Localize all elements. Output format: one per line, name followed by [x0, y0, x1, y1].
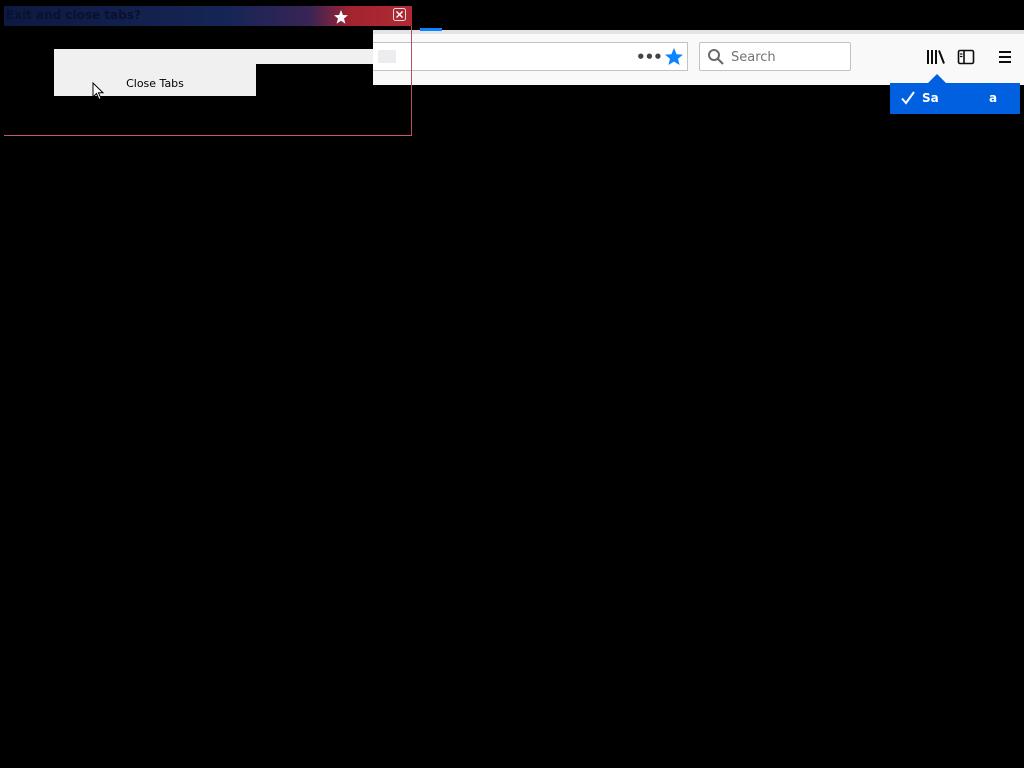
dialog-title: Exit and close tabs? — [6, 8, 141, 22]
search-placeholder: Search — [731, 50, 776, 65]
popup-arrow — [928, 74, 946, 83]
sidebar-icon[interactable] — [956, 47, 976, 67]
bookmark-saved-text: Sa — [922, 91, 939, 105]
checkmark-icon — [899, 89, 917, 107]
more-icon[interactable]: ••• — [636, 48, 663, 66]
close-icon[interactable] — [393, 8, 406, 21]
bookmark-saved-text-fragment: a — [989, 91, 998, 105]
dialog-content-area — [54, 49, 373, 64]
dialog-star-icon — [333, 9, 349, 25]
search-icon — [707, 48, 725, 66]
library-icon[interactable] — [924, 47, 946, 67]
selected-tab-indicator — [420, 28, 442, 31]
star-icon[interactable] — [664, 45, 684, 69]
hamburger-menu-icon[interactable] — [995, 47, 1015, 67]
close-tabs-button[interactable]: Close Tabs — [54, 64, 256, 96]
mouse-pointer-icon — [92, 81, 106, 102]
tab-strip-edge — [373, 30, 1024, 34]
